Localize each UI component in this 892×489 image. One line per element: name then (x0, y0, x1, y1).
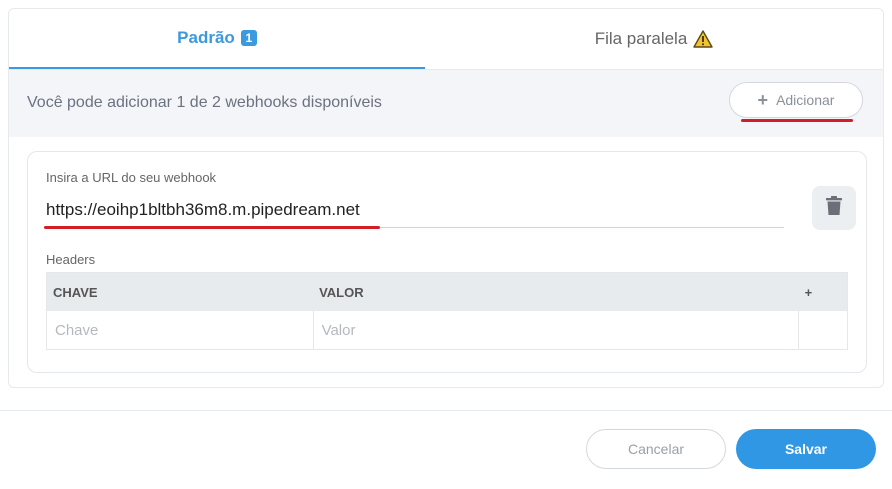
column-header-chave: CHAVE (46, 272, 314, 311)
warning-icon (693, 30, 713, 48)
webhook-url-input[interactable] (44, 192, 784, 228)
webhook-availability-text: Você pode adicionar 1 de 2 webhooks disp… (27, 94, 382, 111)
tab-fila-paralela-label: Fila paralela (594, 29, 688, 48)
webhook-card: Insira a URL do seu webhook Headers CHAV… (27, 151, 867, 373)
table-row (46, 311, 848, 350)
annotation-underline-url (44, 226, 380, 229)
empty-cell (799, 311, 848, 350)
add-header-button[interactable]: + (798, 272, 848, 311)
header-key-input[interactable] (47, 311, 313, 349)
tab-padrao[interactable]: Padrão 1 (9, 9, 425, 69)
webhook-panel: Padrão 1 Fila paralela Você pode adicion… (8, 8, 884, 388)
tab-count-badge: 1 (240, 30, 257, 46)
headers-label: Headers (46, 252, 96, 267)
cancel-button[interactable]: Cancelar (586, 429, 726, 469)
headers-table-header: CHAVE VALOR + (46, 272, 848, 311)
add-webhook-button[interactable]: + Adicionar (729, 82, 863, 118)
headers-table: CHAVE VALOR + (46, 272, 848, 350)
column-header-valor: VALOR (313, 272, 799, 311)
plus-icon: + (804, 284, 813, 300)
info-bar: Você pode adicionar 1 de 2 webhooks disp… (9, 69, 883, 137)
dialog-footer: Cancelar Salvar (0, 410, 892, 489)
trash-icon (825, 195, 843, 221)
url-field-label: Insira a URL do seu webhook (46, 170, 217, 185)
plus-icon: + (757, 89, 769, 110)
save-button[interactable]: Salvar (736, 429, 876, 469)
tab-fila-paralela[interactable]: Fila paralela (425, 9, 883, 69)
header-value-input[interactable] (313, 311, 799, 349)
delete-webhook-button[interactable] (812, 186, 856, 230)
annotation-underline-add (741, 119, 853, 122)
tab-bar: Padrão 1 Fila paralela (9, 9, 883, 69)
tab-padrao-label: Padrão (177, 28, 235, 47)
add-webhook-label: Adicionar (776, 92, 835, 108)
